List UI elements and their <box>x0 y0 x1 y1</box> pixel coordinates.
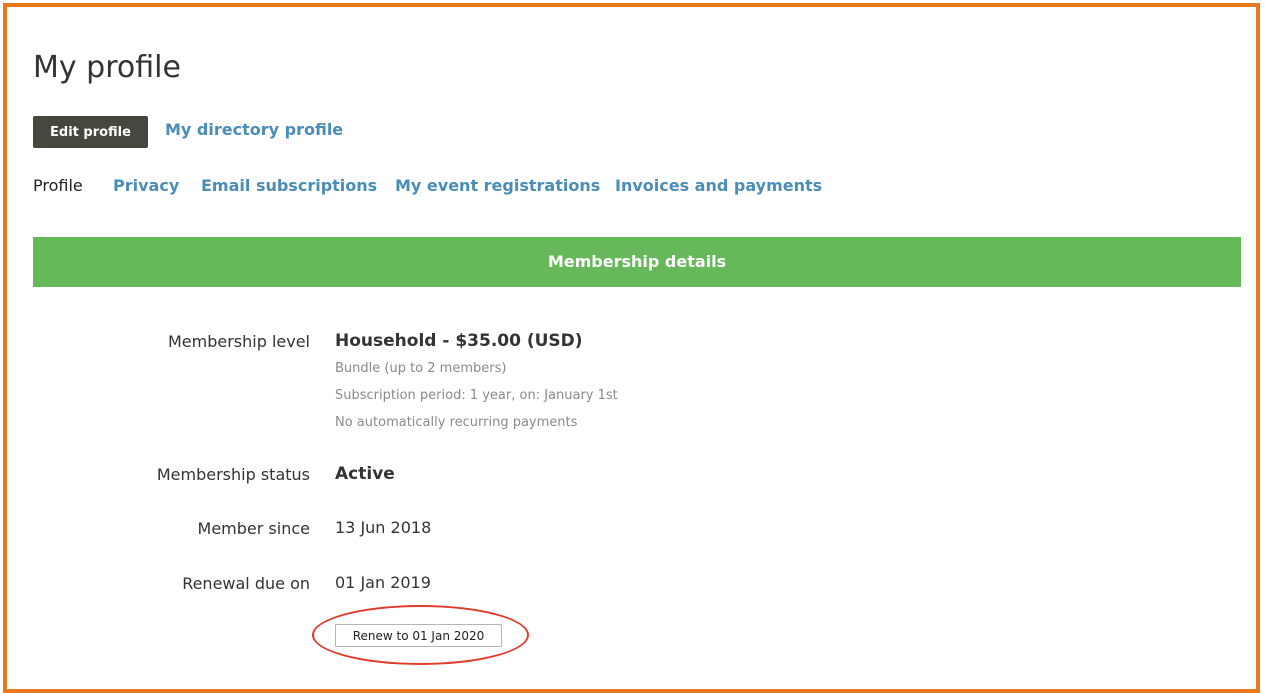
directory-profile-link[interactable]: My directory profile <box>165 120 343 139</box>
section-title: Membership details <box>547 252 727 271</box>
member-since-value: 13 Jun 2018 <box>335 518 432 537</box>
tab-privacy[interactable]: Privacy <box>113 176 179 195</box>
tab-event-registrations[interactable]: My event registrations <box>395 176 600 195</box>
membership-status-label: Membership status <box>156 465 310 484</box>
membership-level-value: Household - $35.00 (USD) <box>335 331 583 351</box>
membership-level-detail: Subscription period: 1 year, on: January… <box>335 388 618 403</box>
renew-button[interactable]: Renew to 01 Jan 2020 <box>335 624 502 647</box>
edit-profile-button[interactable]: Edit profile <box>33 116 148 148</box>
section-banner: Membership details <box>33 237 1241 287</box>
membership-level-label: Membership level <box>167 332 310 351</box>
membership-level-detail: No automatically recurring payments <box>335 415 578 430</box>
tab-email-subscriptions[interactable]: Email subscriptions <box>201 176 377 195</box>
membership-level-detail: Bundle (up to 2 members) <box>335 361 507 376</box>
page-title: My profile <box>33 50 181 85</box>
renewal-due-label: Renewal due on <box>182 574 310 593</box>
member-since-label: Member since <box>197 519 310 538</box>
tab-profile[interactable]: Profile <box>33 176 83 195</box>
tab-invoices-payments[interactable]: Invoices and payments <box>615 176 822 195</box>
renewal-due-value: 01 Jan 2019 <box>335 573 431 592</box>
membership-status-value: Active <box>335 464 395 484</box>
